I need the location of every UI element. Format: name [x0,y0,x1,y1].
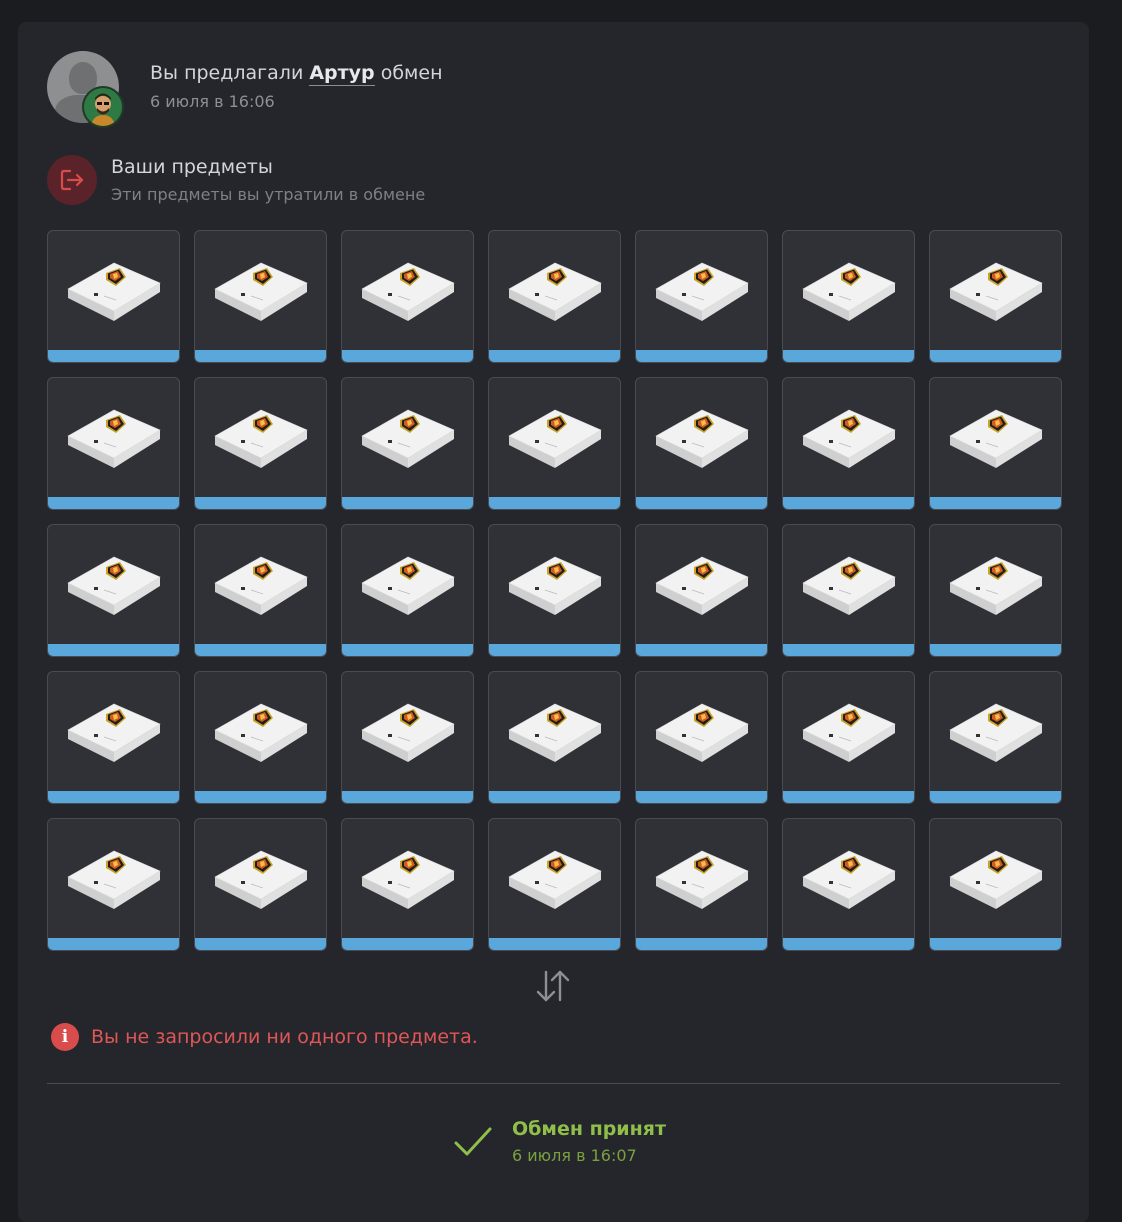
rarity-bar [195,791,326,803]
trade-item-card[interactable] [194,524,327,657]
trade-item-card[interactable] [635,671,768,804]
rarity-bar [48,497,179,509]
trade-item-card[interactable] [341,230,474,363]
rarity-bar [636,497,767,509]
trade-item-card[interactable] [488,524,621,657]
rarity-bar [636,644,767,656]
trade-item-card[interactable] [194,671,327,804]
rarity-bar [636,791,767,803]
trade-item-card[interactable] [635,230,768,363]
no-requested-items-notice: i Вы не запросили ни одного предмета. [51,1023,478,1051]
trade-item-card[interactable] [929,671,1062,804]
trade-status-title: Обмен принят [512,1118,666,1140]
trade-item-card[interactable] [341,818,474,951]
rarity-bar [342,497,473,509]
rarity-bar [342,644,473,656]
divider [47,1083,1060,1084]
trade-item-card[interactable] [782,524,915,657]
checkmark-icon [454,1127,492,1156]
your-items-title: Ваши предметы [111,156,273,178]
rarity-bar [48,791,179,803]
rarity-bar [195,938,326,950]
trade-item-card[interactable] [929,524,1062,657]
rarity-bar [342,350,473,362]
trade-status-date: 6 июля в 16:07 [512,1146,637,1165]
trade-item-card[interactable] [488,671,621,804]
trade-item-card[interactable] [47,818,180,951]
rarity-bar [48,350,179,362]
notice-text: Вы не запросили ни одного предмета. [91,1026,478,1048]
trade-item-card[interactable] [488,377,621,510]
trade-item-card[interactable] [929,818,1062,951]
rarity-bar [48,938,179,950]
offer-heading: Вы предлагали Артур обмен [150,62,443,86]
rarity-bar [489,497,620,509]
rarity-bar [930,791,1061,803]
trade-item-card[interactable] [194,818,327,951]
trade-item-card[interactable] [782,377,915,510]
trade-item-card[interactable] [635,818,768,951]
heading-suffix: обмен [380,62,443,84]
trade-item-card[interactable] [782,671,915,804]
items-grid [47,230,1062,951]
trade-item-card[interactable] [341,671,474,804]
rarity-bar [930,350,1061,362]
rarity-bar [783,497,914,509]
partner-avatar[interactable] [82,86,124,128]
partner-name-link[interactable]: Артур [309,62,375,86]
rarity-bar [783,938,914,950]
offer-date: 6 июля в 16:06 [150,92,275,111]
rarity-bar [930,497,1061,509]
rarity-bar [930,938,1061,950]
heading-prefix: Вы предлагали [150,62,304,84]
trade-item-card[interactable] [341,524,474,657]
rarity-bar [48,644,179,656]
trade-item-card[interactable] [194,230,327,363]
trade-item-card[interactable] [782,818,915,951]
trade-item-card[interactable] [194,377,327,510]
avatar-group[interactable] [47,51,127,131]
rarity-bar [636,350,767,362]
trade-item-card[interactable] [47,230,180,363]
rarity-bar [783,791,914,803]
rarity-bar [342,791,473,803]
your-items-subtitle: Эти предметы вы утратили в обмене [111,185,426,204]
trade-item-card[interactable] [341,377,474,510]
rarity-bar [783,350,914,362]
outgoing-items-icon [47,155,97,205]
rarity-bar [636,938,767,950]
rarity-bar [489,350,620,362]
trade-item-card[interactable] [635,524,768,657]
trade-item-card[interactable] [47,524,180,657]
rarity-bar [489,938,620,950]
trade-item-card[interactable] [488,230,621,363]
trade-item-card[interactable] [782,230,915,363]
rarity-bar [342,938,473,950]
trade-item-card[interactable] [488,818,621,951]
rarity-bar [783,644,914,656]
rarity-bar [195,644,326,656]
trade-item-card[interactable] [47,377,180,510]
trade-item-card[interactable] [929,230,1062,363]
info-icon: i [51,1023,79,1051]
rarity-bar [195,350,326,362]
rarity-bar [489,791,620,803]
swap-arrows-icon [536,970,570,1002]
rarity-bar [489,644,620,656]
trade-item-card[interactable] [635,377,768,510]
trade-item-card[interactable] [47,671,180,804]
rarity-bar [930,644,1061,656]
trade-item-card[interactable] [929,377,1062,510]
rarity-bar [195,497,326,509]
